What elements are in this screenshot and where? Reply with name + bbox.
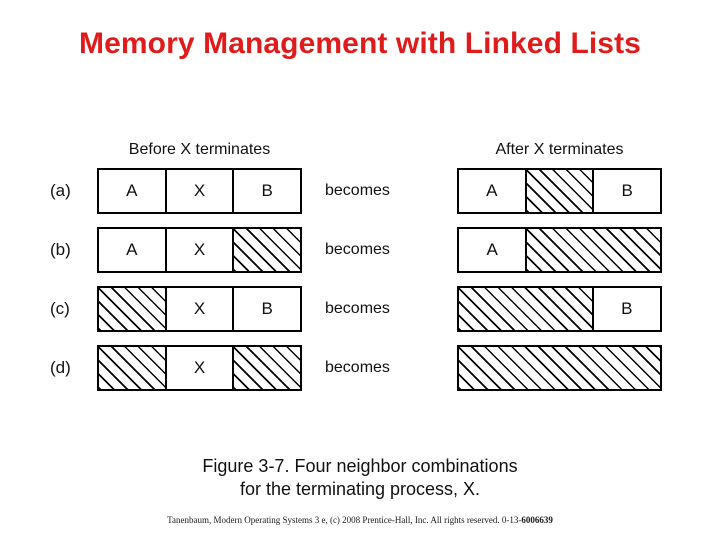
memory-diagram: Before X terminates After X terminates (… <box>0 140 720 415</box>
memory-cell-process: A <box>459 170 527 212</box>
caption-line-1: Figure 3-7. Four neighbor combinations <box>202 456 518 476</box>
row-label: (b) <box>50 240 71 259</box>
figure-caption: Figure 3-7. Four neighbor combinations f… <box>0 455 720 501</box>
diagram-row: (c) XB becomes B <box>0 286 720 332</box>
memory-cell-free <box>527 229 660 271</box>
diagram-row: (b) AX becomes A <box>0 227 720 273</box>
memory-cell-free <box>526 170 595 212</box>
memory-cell-free <box>459 288 594 330</box>
memory-strip-before: AX <box>97 227 302 273</box>
page-title: Memory Management with Linked Lists <box>79 27 641 60</box>
memory-cell-process: X <box>166 347 235 389</box>
copyright-credit: Tanenbaum, Modern Operating Systems 3 e,… <box>0 515 720 525</box>
caption-line-2: for the terminating process, X. <box>239 479 481 499</box>
diagram-row: (a) AXB becomes AB <box>0 168 720 214</box>
memory-cell-process: A <box>99 170 167 212</box>
memory-cell-process: B <box>234 288 301 330</box>
memory-strip-after <box>457 345 662 391</box>
column-header-before: Before X terminates <box>128 141 271 158</box>
memory-cell-process: B <box>594 170 661 212</box>
memory-cell-free <box>234 229 301 271</box>
becomes-label: becomes <box>325 241 390 258</box>
memory-cell-process: X <box>166 170 235 212</box>
column-header-after: After X terminates <box>495 141 624 158</box>
becomes-label: becomes <box>325 182 390 199</box>
memory-cell-free <box>459 347 660 389</box>
memory-cell-free <box>99 347 167 389</box>
memory-cell-free <box>99 288 167 330</box>
memory-cell-process: X <box>166 229 235 271</box>
credit-text: Tanenbaum, Modern Operating Systems 3 e,… <box>167 515 522 525</box>
row-label: (a) <box>50 181 71 200</box>
memory-cell-process: A <box>459 229 528 271</box>
memory-cell-process: B <box>234 170 301 212</box>
memory-strip-before: AXB <box>97 168 302 214</box>
memory-cell-process: X <box>166 288 235 330</box>
becomes-label: becomes <box>325 300 390 317</box>
memory-cell-process: B <box>593 288 660 330</box>
memory-strip-before: XB <box>97 286 302 332</box>
diagram-row: (d) X becomes <box>0 345 720 391</box>
memory-cell-process: A <box>99 229 167 271</box>
credit-isbn: 6006639 <box>521 515 553 525</box>
memory-strip-after: B <box>457 286 662 332</box>
memory-strip-after: AB <box>457 168 662 214</box>
memory-strip-after: A <box>457 227 662 273</box>
row-label: (c) <box>50 299 70 318</box>
memory-strip-before: X <box>97 345 302 391</box>
memory-cell-free <box>234 347 301 389</box>
becomes-label: becomes <box>325 359 390 376</box>
row-label: (d) <box>50 358 71 377</box>
